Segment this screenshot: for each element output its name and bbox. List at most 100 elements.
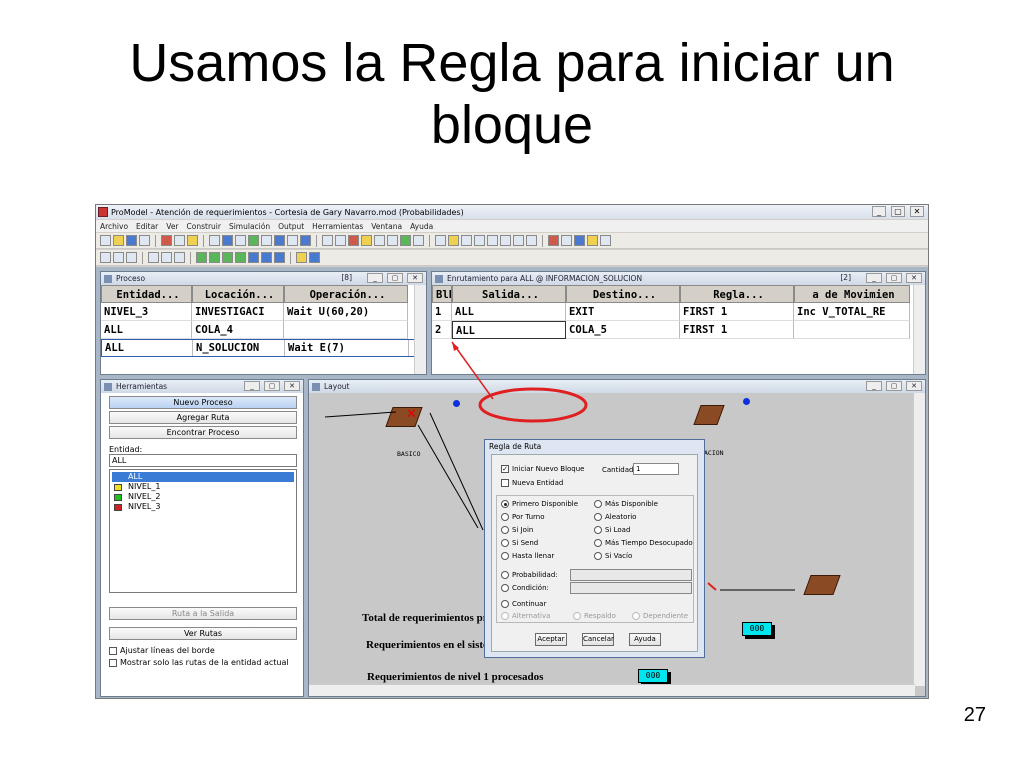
col-operacion[interactable]: Operación... (284, 285, 408, 303)
open-folder-icon[interactable] (113, 235, 124, 246)
zoom-in-icon[interactable] (322, 235, 333, 246)
debug-icon[interactable] (487, 235, 498, 246)
cell-blk[interactable]: 2 (432, 321, 452, 339)
arrays-icon[interactable] (222, 252, 233, 263)
radio-dependiente[interactable]: Dependiente (632, 612, 688, 620)
radio-hasta-llenar[interactable]: Hasta llenar (501, 552, 554, 560)
col-movimiento[interactable]: a de Movimien (794, 285, 910, 303)
graph-icon[interactable] (513, 235, 524, 246)
desk-icon[interactable] (385, 407, 423, 427)
close-button[interactable]: ✕ (906, 381, 922, 391)
radio-button[interactable] (594, 539, 602, 547)
resource-icon[interactable] (274, 235, 285, 246)
trace-icon[interactable] (474, 235, 485, 246)
cell-regla[interactable]: FIRST 1 (680, 321, 794, 339)
menu-editar[interactable]: Editar (136, 222, 158, 231)
radio-button[interactable] (501, 513, 509, 521)
agregar-ruta-button[interactable]: Agregar Ruta (109, 411, 297, 424)
minimize-button[interactable]: _ (866, 381, 882, 391)
radio-continuar[interactable]: Continuar (501, 600, 546, 608)
col-salida[interactable]: Salida... (452, 285, 566, 303)
list-item[interactable]: ALL (112, 472, 294, 482)
layout-scrollbar-horizontal[interactable] (309, 684, 915, 696)
menu-output[interactable]: Output (278, 222, 304, 231)
radio-si-load[interactable]: Si Load (594, 526, 630, 534)
background-icon[interactable] (309, 252, 320, 263)
radio-button[interactable] (501, 584, 509, 592)
ver-rutas-button[interactable]: Ver Rutas (109, 627, 297, 640)
cell-destino[interactable]: COLA_5 (566, 321, 680, 339)
checkbox-checked-icon[interactable]: ✓ (501, 465, 509, 473)
cell-entidad[interactable]: NIVEL_3 (101, 303, 192, 321)
pencil-icon[interactable] (235, 235, 246, 246)
radio-si-vacio[interactable]: Si Vacío (594, 552, 632, 560)
cell-locacion[interactable]: N_SOLUCION (193, 340, 285, 356)
ruta-a-la-salida-button[interactable]: Ruta a la Salida (109, 607, 297, 620)
col-regla[interactable]: Regla... (680, 285, 794, 303)
minimize-button[interactable]: _ (367, 273, 383, 283)
col-entidad[interactable]: Entidad... (101, 285, 192, 303)
list-item[interactable]: NIVEL_2 (112, 492, 294, 502)
build-icon[interactable] (161, 235, 172, 246)
cell-movimiento[interactable] (794, 321, 910, 339)
menu-herramientas[interactable]: Herramientas (312, 222, 363, 231)
radio-button[interactable] (501, 552, 509, 560)
key-icon[interactable] (187, 235, 198, 246)
cantidad-input[interactable]: 1 (633, 463, 679, 475)
menu-ver[interactable]: Ver (166, 222, 178, 231)
monitor-icon[interactable] (500, 235, 511, 246)
view-icon[interactable] (174, 235, 185, 246)
attributes-icon[interactable] (196, 252, 207, 263)
encontrar-proceso-button[interactable]: Encontrar Proceso (109, 426, 297, 439)
close-button[interactable]: ✕ (284, 381, 300, 391)
nuevo-proceso-button[interactable]: Nuevo Proceso (109, 396, 297, 409)
rectangle-icon[interactable] (209, 235, 220, 246)
cell-salida[interactable]: ALL (452, 303, 566, 321)
cell-regla[interactable]: FIRST 1 (680, 303, 794, 321)
cell-blk[interactable]: 1 (432, 303, 452, 321)
nueva-entidad-checkbox[interactable]: Nueva Entidad (501, 479, 563, 487)
cell-movimiento[interactable]: Inc V_TOTAL_RE (794, 303, 910, 321)
cell-operacion[interactable] (284, 321, 408, 339)
ajustar-lineas-checkbox[interactable]: Ajustar líneas del borde (109, 646, 295, 655)
pause-icon[interactable] (387, 235, 398, 246)
run-icon[interactable] (374, 235, 385, 246)
info-icon[interactable] (300, 235, 311, 246)
radio-button[interactable] (594, 552, 602, 560)
entities-icon[interactable] (113, 252, 124, 263)
ayuda-button[interactable]: Ayuda (629, 633, 661, 646)
radio-mas-tiempo-desocupado[interactable]: Más Tiempo Desocupado (594, 539, 693, 547)
radio-por-turno[interactable]: Por Turno (501, 513, 544, 521)
cell-locacion[interactable]: COLA_4 (192, 321, 284, 339)
radio-button[interactable] (501, 539, 509, 547)
maximize-button[interactable]: ▢ (891, 206, 905, 217)
aceptar-button[interactable]: Aceptar (535, 633, 567, 646)
table-row-selected[interactable]: ALL N_SOLUCION Wait E(7) (101, 339, 426, 357)
chart-icon[interactable] (435, 235, 446, 246)
checkbox-box[interactable] (501, 479, 509, 487)
close-button[interactable]: ✕ (906, 273, 922, 283)
close-button[interactable]: ✕ (910, 206, 924, 217)
mostrar-solo-checkbox[interactable]: Mostrar solo las rutas de la entidad act… (109, 658, 295, 667)
help-icon[interactable] (561, 235, 572, 246)
processing-icon[interactable] (161, 252, 172, 263)
cell-locacion[interactable]: INVESTIGACI (192, 303, 284, 321)
table-row[interactable]: NIVEL_3 INVESTIGACI Wait U(60,20) (101, 303, 426, 321)
report-icon[interactable] (448, 235, 459, 246)
layout-scrollbar-vertical[interactable] (913, 393, 925, 686)
menu-ventana[interactable]: Ventana (371, 222, 402, 231)
variables-icon[interactable] (209, 252, 220, 263)
output-icon[interactable] (461, 235, 472, 246)
radio-si-send[interactable]: Si Send (501, 539, 538, 547)
entidad-field[interactable]: ALL (109, 454, 297, 467)
new-file-icon[interactable] (100, 235, 111, 246)
entity-list[interactable]: ALL NIVEL_1 NIVEL_2 NIVEL_3 (109, 469, 297, 593)
checkbox-box[interactable] (109, 646, 117, 655)
radio-button[interactable] (594, 500, 602, 508)
menu-construir[interactable]: Construir (187, 222, 221, 231)
maximize-button[interactable]: ▢ (886, 381, 902, 391)
menu-ayuda[interactable]: Ayuda (410, 222, 433, 231)
minimize-button[interactable]: _ (872, 206, 886, 217)
options-icon[interactable] (600, 235, 611, 246)
network-icon[interactable] (574, 235, 585, 246)
